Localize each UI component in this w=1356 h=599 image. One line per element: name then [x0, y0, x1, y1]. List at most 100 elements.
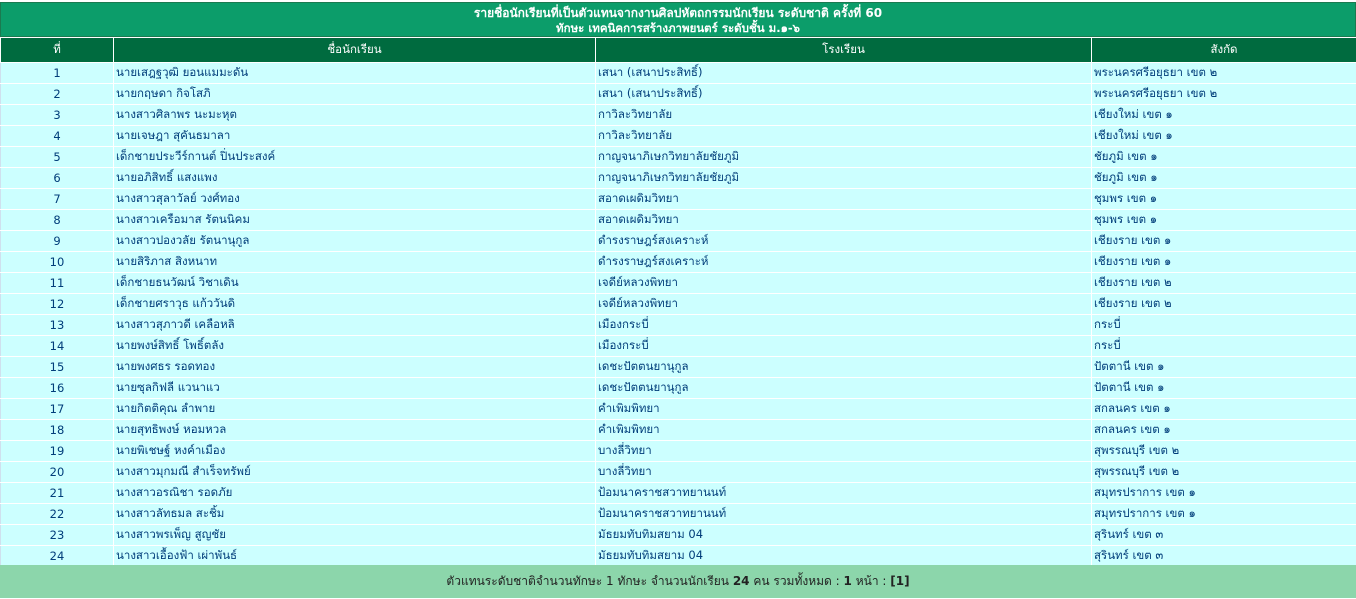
table-row: 11 เด็กชายธนวัฒน์ วิชาเดิน เจดีย์หลวงพิทยา…	[0, 272, 1356, 294]
cell-no: 3	[0, 104, 114, 126]
cell-student-name: นางสาวลัทธมล สะชิ้ม	[113, 503, 596, 525]
cell-student-name: นายอภิสิทธิ์ แสงแพง	[113, 167, 596, 189]
cell-student-name: นางสาวเครือมาส รัตนนิคม	[113, 209, 596, 231]
cell-no: 1	[0, 62, 114, 84]
cell-no: 7	[0, 188, 114, 210]
table-row: 19 นายพิเชษฐ์ หงค์าเมือง บางลี่วิทยา สุพรรณ…	[0, 440, 1356, 462]
table-row: 8 นางสาวเครือมาส รัตนนิคม สอาดเผดิมวิทยา ชุ…	[0, 209, 1356, 231]
cell-school: กาญจนาภิเษกวิทยาลัยชัยภูมิ	[595, 146, 1092, 168]
cell-no: 16	[0, 377, 114, 399]
page-link-1[interactable]: [1]	[890, 574, 909, 588]
cell-school: เสนา (เสนาประสิทธิ์)	[595, 83, 1092, 105]
table-row: 22 นางสาวลัทธมล สะชิ้ม ป้อมนาคราชสวาทยานนท…	[0, 503, 1356, 525]
cell-area: เชียงใหม่ เขต ๑	[1091, 104, 1356, 126]
table-row: 5 เด็กชายประวีร์กานต์ ปิ่นประสงค์ กาญจนาภิ…	[0, 146, 1356, 168]
cell-student-name: นางสาวพรเพ็ญ สูญชัย	[113, 524, 596, 546]
cell-school: ป้อมนาคราชสวาทยานนท์	[595, 503, 1092, 525]
column-header-name: ชื่อนักเรียน	[113, 37, 596, 63]
cell-no: 20	[0, 461, 114, 483]
cell-school: เดชะปัตตนยานุกูล	[595, 377, 1092, 399]
cell-no: 10	[0, 251, 114, 273]
table-row: 14 นายพงษ์สิทธิ์ โพธิ์ตลัง เมืองกระบี่ กระบ…	[0, 335, 1356, 357]
cell-no: 9	[0, 230, 114, 252]
table-row: 10 นายสิริภาส สิงหนาท ดำรงราษฎร์สงเคราะห์เ…	[0, 251, 1356, 273]
cell-student-name: นายพงศธร รอดทอง	[113, 356, 596, 378]
page: รายชื่อนักเรียนที่เป็นตัวแทนจากงานศิลปหั…	[0, 0, 1356, 599]
cell-school: เดชะปัตตนยานุกูล	[595, 356, 1092, 378]
cell-school: บางลี่วิทยา	[595, 461, 1092, 483]
cell-school: คำเพิมพิทยา	[595, 419, 1092, 441]
cell-no: 14	[0, 335, 114, 357]
cell-area: สมุทรปราการ เขต ๑	[1091, 503, 1356, 525]
column-header-school: โรงเรียน	[595, 37, 1092, 63]
table-row: 9 นางสาวปองวลัย รัตนานุกูล ดำรงราษฎร์สงเคร…	[0, 230, 1356, 252]
cell-no: 5	[0, 146, 114, 168]
cell-student-name: นางสาวอรณิชา รอดภัย	[113, 482, 596, 504]
cell-student-name: นางสาวมุกมณี สำเร็จทรัพย์	[113, 461, 596, 483]
cell-no: 15	[0, 356, 114, 378]
cell-no: 13	[0, 314, 114, 336]
cell-student-name: นายพงษ์สิทธิ์ โพธิ์ตลัง	[113, 335, 596, 357]
cell-student-name: นายกิตติคุณ ลำพาย	[113, 398, 596, 420]
cell-school: มัธยมทับทิมสยาม 04	[595, 524, 1092, 546]
cell-student-name: นางสาวสุลาวัลย์ วงศ์ทอง	[113, 188, 596, 210]
cell-no: 4	[0, 125, 114, 147]
page-subtitle: ทักษะ เทคนิคการสร้างภาพยนตร์ ระดับชั้น ม…	[556, 21, 800, 35]
cell-area: สกลนคร เขต ๑	[1091, 398, 1356, 420]
cell-area: กระบี่	[1091, 335, 1356, 357]
cell-student-name: นายซุลกิฟลี แวนาแว	[113, 377, 596, 399]
cell-student-name: นางสาวศิลาพร นะมะหุต	[113, 104, 596, 126]
table-row: 16 นายซุลกิฟลี แวนาแว เดชะปัตตนยานุกูล ปัตต…	[0, 377, 1356, 399]
cell-no: 2	[0, 83, 114, 105]
cell-student-name: นายเจษฎา สุคันธมาลา	[113, 125, 596, 147]
table-row: 2 นายกฤษดา กิจโสภิ เสนา (เสนาประสิทธิ์) พระ…	[0, 83, 1356, 105]
footer-prefix: ตัวแทนระดับชาติจำนวนทักษะ 1 ทักษะ จำนวนน…	[446, 574, 733, 588]
cell-area: สกลนคร เขต ๑	[1091, 419, 1356, 441]
cell-area: พระนครศรีอยุธยา เขต ๒	[1091, 62, 1356, 84]
table-row: 23 นางสาวพรเพ็ญ สูญชัย มัธยมทับทิมสยาม 04 ส…	[0, 524, 1356, 546]
table-row: 12 เด็กชายศราวุธ แก้ววันดิ เจดีย์หลวงพิทยา…	[0, 293, 1356, 315]
table-row: 1 นายเสฎฐวุฒิ ยอนแมมะดัน เสนา (เสนาประสิทธ…	[0, 62, 1356, 84]
total-pages: 1	[843, 574, 852, 588]
cell-school: เสนา (เสนาประสิทธิ์)	[595, 62, 1092, 84]
cell-school: ป้อมนาคราชสวาทยานนท์	[595, 482, 1092, 504]
table-row: 3 นางสาวศิลาพร นะมะหุต กาวิละวิทยาลัย เชียง…	[0, 104, 1356, 126]
cell-student-name: นายสิริภาส สิงหนาท	[113, 251, 596, 273]
table-row: 21 นางสาวอรณิชา รอดภัย ป้อมนาคราชสวาทยานนท…	[0, 482, 1356, 504]
cell-area: ชุมพร เขต ๑	[1091, 209, 1356, 231]
column-header-no: ที่	[0, 37, 114, 63]
cell-area: กระบี่	[1091, 314, 1356, 336]
cell-school: บางลี่วิทยา	[595, 440, 1092, 462]
cell-no: 24	[0, 545, 114, 567]
cell-no: 17	[0, 398, 114, 420]
cell-student-name: นางสาวสุภาวดี เคลือหลิ	[113, 314, 596, 336]
table-row: 15 นายพงศธร รอดทอง เดชะปัตตนยานุกูล ปัตตานี…	[0, 356, 1356, 378]
cell-no: 18	[0, 419, 114, 441]
table-row: 20 นางสาวมุกมณี สำเร็จทรัพย์ บางลี่วิทยา สุ…	[0, 461, 1356, 483]
table-row: 6 นายอภิสิทธิ์ แสงแพง กาญจนาภิเษกวิทยาลัยช…	[0, 167, 1356, 189]
cell-student-name: นายสุทธิพงษ์ หอมหวล	[113, 419, 596, 441]
cell-area: เชียงราย เขต ๒	[1091, 272, 1356, 294]
student-table: ที่ ชื่อนักเรียน โรงเรียน สังกัด 1 นายเสฎ…	[0, 37, 1356, 567]
cell-no: 8	[0, 209, 114, 231]
cell-area: เชียงใหม่ เขต ๑	[1091, 125, 1356, 147]
table-row: 13 นางสาวสุภาวดี เคลือหลิ เมืองกระบี่ กระบี…	[0, 314, 1356, 336]
footer-pages-label: หน้า :	[851, 574, 891, 588]
cell-student-name: นายเสฎฐวุฒิ ยอนแมมะดัน	[113, 62, 596, 84]
cell-school: กาวิละวิทยาลัย	[595, 125, 1092, 147]
cell-no: 22	[0, 503, 114, 525]
table-header-row: ที่ ชื่อนักเรียน โรงเรียน สังกัด	[0, 37, 1356, 63]
cell-area: ชัยภูมิ เขต ๑	[1091, 167, 1356, 189]
cell-student-name: นางสาวเอื้องฟ้า เผ่าพันธ์	[113, 545, 596, 567]
cell-school: กาวิละวิทยาลัย	[595, 104, 1092, 126]
cell-student-name: นางสาวปองวลัย รัตนานุกูล	[113, 230, 596, 252]
cell-school: กาญจนาภิเษกวิทยาลัยชัยภูมิ	[595, 167, 1092, 189]
cell-no: 23	[0, 524, 114, 546]
table-row: 17 นายกิตติคุณ ลำพาย คำเพิมพิทยา สกลนคร เขต…	[0, 398, 1356, 420]
cell-no: 6	[0, 167, 114, 189]
cell-no: 19	[0, 440, 114, 462]
cell-student-name: นายพิเชษฐ์ หงค์าเมือง	[113, 440, 596, 462]
cell-school: คำเพิมพิทยา	[595, 398, 1092, 420]
cell-school: เมืองกระบี่	[595, 314, 1092, 336]
cell-area: ชุมพร เขต ๑	[1091, 188, 1356, 210]
